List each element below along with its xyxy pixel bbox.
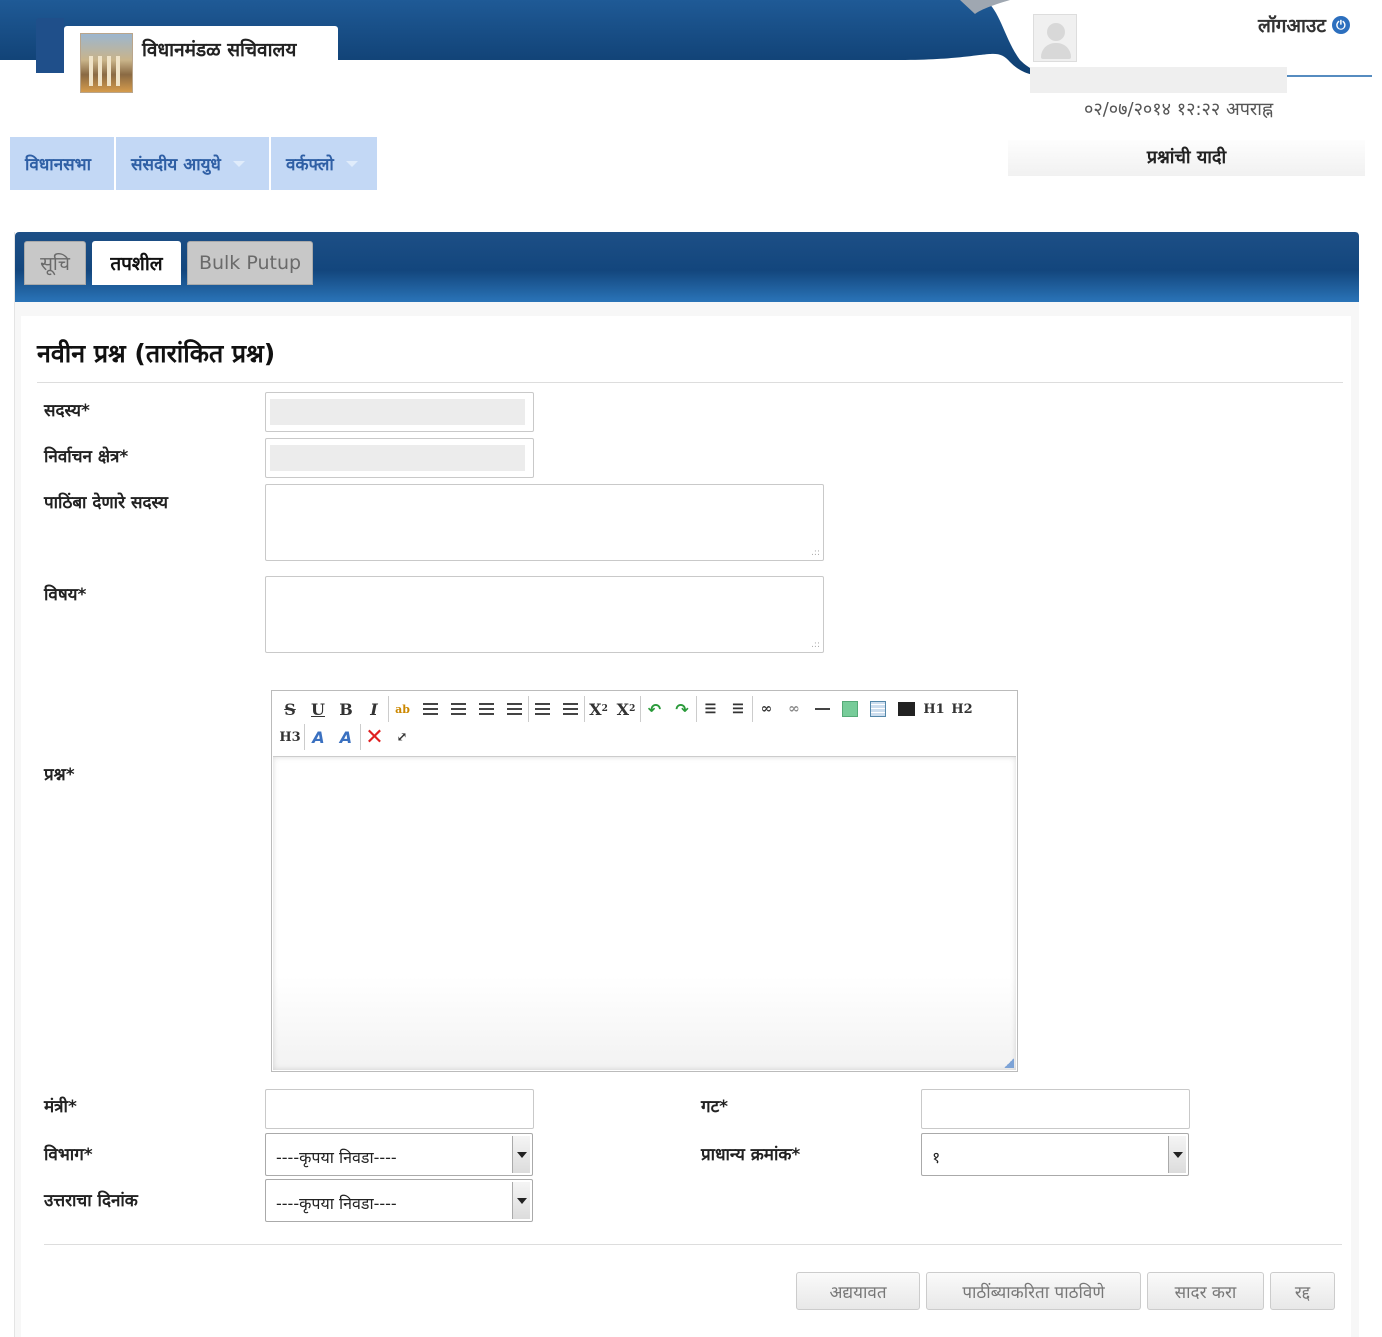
chevron-down-icon <box>512 1182 530 1219</box>
priority-selected-value: १ <box>932 1148 941 1167</box>
submit-button[interactable]: सादर करा <box>1147 1272 1264 1310</box>
subscript-icon[interactable]: X2 <box>584 696 612 722</box>
heading1-button[interactable]: H1 <box>920 696 948 722</box>
italic-button[interactable]: I <box>360 696 388 722</box>
align-left-icon[interactable] <box>472 696 500 722</box>
answer-date-label: उत्तराचा दिनांक <box>44 1191 138 1211</box>
align-right-icon[interactable] <box>500 696 528 722</box>
app-title: विधानमंडळ सचिवालय <box>142 39 297 61</box>
supporting-members-textarea[interactable]: .:: <box>265 484 824 561</box>
editor-toolbar: S U B I ab X2 X2 ↶ ↷ ☰ ☰ ∞ ∞ H1 H2 H3 A … <box>272 691 1017 756</box>
tab-content: नवीन प्रश्न (तारांकित प्रश्न) सदस्य* निर… <box>15 302 1359 1337</box>
background-color-icon[interactable]: A <box>332 724 360 750</box>
heading2-button[interactable]: H2 <box>948 696 976 722</box>
chevron-down-icon <box>345 160 358 167</box>
group-field[interactable] <box>921 1089 1190 1129</box>
member-label: सदस्य* <box>44 401 90 421</box>
nav-item-vidhansabha[interactable]: विधानसभा <box>10 137 116 190</box>
link-icon[interactable]: ∞ <box>752 696 780 722</box>
department-select[interactable]: ----कृपया निवडा---- <box>265 1133 533 1176</box>
question-editor-area[interactable] <box>273 756 1016 1070</box>
content-panel: सूचि तपशील Bulk Putup नवीन प्रश्न (तारां… <box>14 232 1359 1337</box>
question-form: नवीन प्रश्न (तारांकित प्रश्न) सदस्य* निर… <box>21 316 1351 1337</box>
send-for-support-button[interactable]: पाठींब्याकरिता पाठविणे <box>926 1272 1141 1310</box>
align-center-icon[interactable] <box>416 696 444 722</box>
fullscreen-icon[interactable]: ⤢ <box>388 724 416 750</box>
subject-label: विषय* <box>44 585 87 605</box>
user-avatar <box>1033 14 1077 62</box>
form-title: नवीन प्रश्न (तारांकित प्रश्न) <box>37 339 276 368</box>
question-rich-text-editor: S U B I ab X2 X2 ↶ ↷ ☰ ☰ ∞ ∞ H1 H2 H3 A … <box>271 690 1018 1072</box>
priority-label: प्राधान्य क्रमांक* <box>701 1145 801 1165</box>
group-label: गट* <box>701 1097 729 1117</box>
nav-item-parliamentary-tools[interactable]: संसदीय आयुधे <box>116 137 271 190</box>
find-replace-icon[interactable]: ab <box>388 696 416 722</box>
divider <box>44 1244 1342 1245</box>
department-selected-value: ----कृपया निवडा---- <box>276 1148 397 1167</box>
outdent-icon[interactable] <box>556 696 584 722</box>
heading3-button[interactable]: H3 <box>276 724 304 750</box>
minister-label: मंत्री* <box>44 1097 77 1117</box>
redo-icon[interactable]: ↷ <box>668 696 696 722</box>
unlink-icon[interactable]: ∞ <box>780 696 808 722</box>
question-label: प्रश्न* <box>44 765 75 785</box>
power-icon: ⏻ <box>1331 16 1350 34</box>
cancel-button[interactable]: रद्द <box>1270 1272 1335 1310</box>
chevron-down-icon <box>1168 1136 1186 1173</box>
indent-icon[interactable] <box>528 696 556 722</box>
user-name-redacted <box>1030 67 1287 93</box>
answer-date-selected-value: ----कृपया निवडा---- <box>276 1194 397 1213</box>
current-datetime: ०२/०७/२०१४ १२:२२ अपराह्न <box>1084 99 1274 120</box>
strikethrough-button[interactable]: S <box>276 696 304 722</box>
department-label: विभाग* <box>44 1145 93 1165</box>
constituency-label: निर्वाचन क्षेत्र* <box>44 447 129 467</box>
brand-tab-accent <box>36 18 64 73</box>
minister-field[interactable] <box>265 1089 534 1129</box>
tab-list[interactable]: सूचि <box>24 241 86 285</box>
constituency-field[interactable] <box>265 438 534 478</box>
undo-icon[interactable]: ↶ <box>640 696 668 722</box>
nav-item-label: विधानसभा <box>25 155 91 175</box>
code-icon[interactable] <box>892 696 920 722</box>
update-button[interactable]: अद्ययावत <box>796 1272 920 1310</box>
vidhan-bhavan-logo <box>80 33 133 93</box>
align-justify-icon[interactable] <box>444 696 472 722</box>
logout-label: लॉगआउट <box>1258 15 1326 37</box>
answer-date-select[interactable]: ----कृपया निवडा---- <box>265 1179 533 1222</box>
chevron-down-icon <box>232 160 245 167</box>
superscript-icon[interactable]: X2 <box>612 696 640 722</box>
font-color-icon[interactable]: A <box>304 724 332 750</box>
tab-bar: सूचि तपशील Bulk Putup <box>15 232 1359 302</box>
supporting-members-label: पाठिंबा देणारे सदस्य <box>44 493 168 513</box>
ordered-list-icon[interactable]: ☰ <box>696 696 724 722</box>
subject-textarea[interactable]: .:: <box>265 576 824 653</box>
image-icon[interactable] <box>836 696 864 722</box>
table-icon[interactable] <box>864 696 892 722</box>
unordered-list-icon[interactable]: ☰ <box>724 696 752 722</box>
priority-select[interactable]: १ <box>921 1133 1189 1176</box>
remove-format-icon[interactable]: ✕ <box>360 724 388 750</box>
nav-item-label: संसदीय आयुधे <box>131 155 221 175</box>
tab-bulk-putup[interactable]: Bulk Putup <box>187 241 313 285</box>
underline-button[interactable]: U <box>304 696 332 722</box>
member-field[interactable] <box>265 392 534 432</box>
nav-item-label: वर्कफ्लो <box>286 155 334 175</box>
question-list-link[interactable]: प्रश्नांची यादी <box>1008 140 1365 176</box>
main-nav: विधानसभा संसदीय आयुधे वर्कफ्लो <box>10 137 379 190</box>
bold-button[interactable]: B <box>332 696 360 722</box>
divider <box>37 382 1343 383</box>
tab-details[interactable]: तपशील <box>92 241 181 285</box>
chevron-down-icon <box>512 1136 530 1173</box>
nav-item-workflow[interactable]: वर्कफ्लो <box>271 137 379 190</box>
horizontal-rule-icon[interactable] <box>808 696 836 722</box>
logout-link[interactable]: लॉगआउट ⏻ <box>1258 12 1350 38</box>
